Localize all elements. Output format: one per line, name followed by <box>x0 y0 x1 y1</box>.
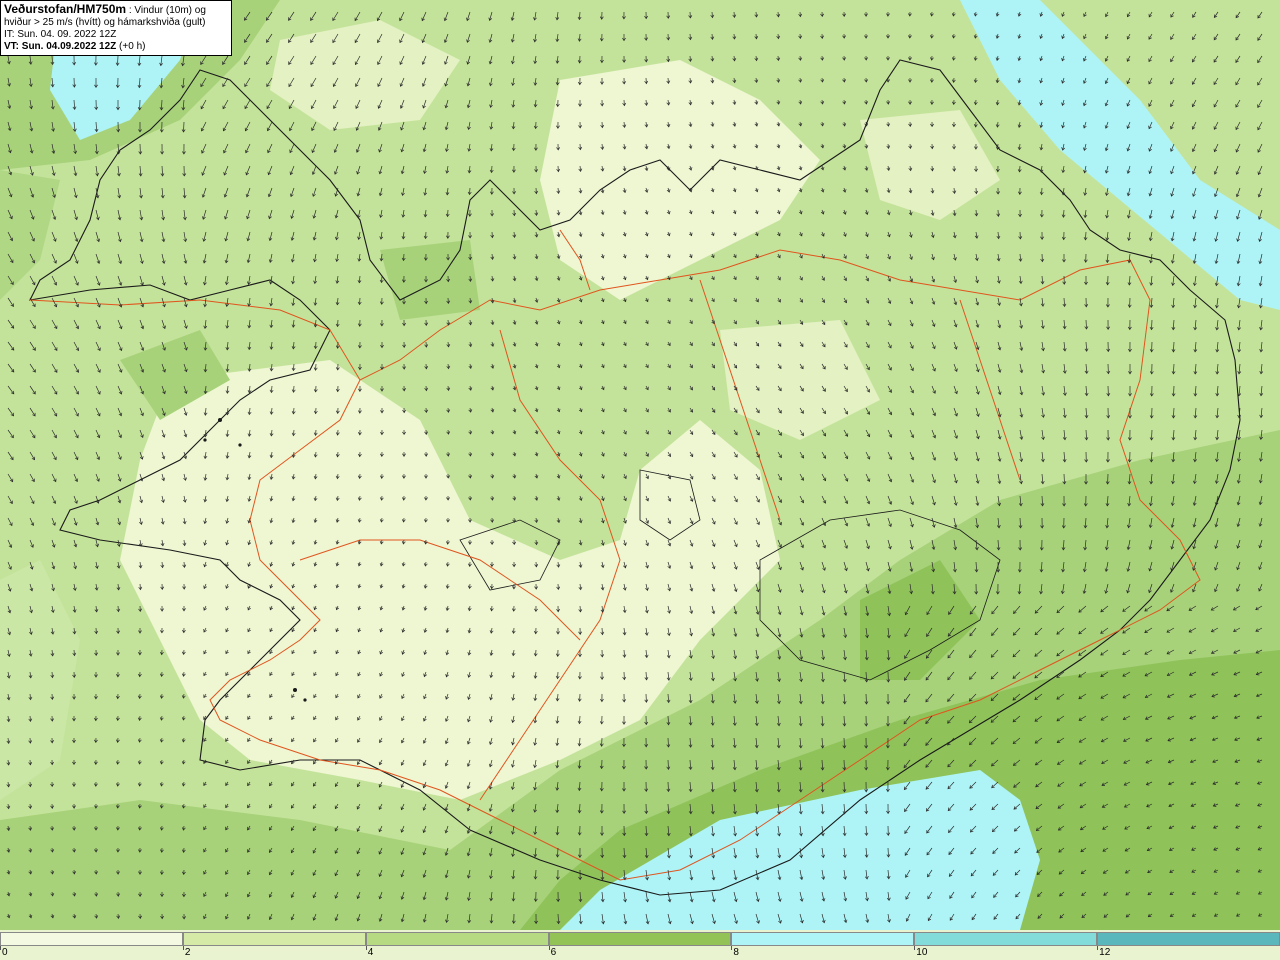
legend-swatch <box>182 932 366 946</box>
wind-arrow <box>183 121 185 133</box>
legend-swatch <box>731 932 915 946</box>
map-subtitle: hviður > 25 m/s (hvítt) og hámarkshviða … <box>4 17 206 28</box>
wind-map <box>0 0 1280 930</box>
wind-arrow <box>1085 319 1087 330</box>
legend-swatch <box>548 932 732 946</box>
legend-tick <box>182 946 184 950</box>
legend-tick-label: 10 <box>916 947 928 958</box>
legend-tick-label: 4 <box>367 947 374 958</box>
legend-tick-label: 8 <box>733 947 739 958</box>
color-legend: 0 2 4 6 8 10 12 <box>0 930 1280 960</box>
map-title: Veðurstofan/HM750m <box>4 2 127 16</box>
wind-arrow <box>667 781 669 792</box>
legend-tick <box>548 946 550 950</box>
wind-arrow <box>1063 473 1065 484</box>
legend-tick-label: 2 <box>184 947 191 958</box>
forecast-offset: (+0 h) <box>116 41 146 52</box>
legend-tick-label: 0 <box>2 947 8 958</box>
wind-arrow <box>843 737 845 749</box>
legend-swatch <box>0 932 183 946</box>
wind-arrow <box>843 759 845 770</box>
map-title-suffix: : Vindur (10m) og <box>126 5 206 16</box>
legend-tick <box>1097 946 1099 950</box>
legend-tick-label: 6 <box>550 947 557 958</box>
wind-arrow <box>887 847 889 858</box>
wind-arrow <box>1173 385 1175 397</box>
wind-arrow <box>865 693 867 705</box>
legend-swatch <box>914 932 1098 946</box>
legend-tick <box>731 946 733 950</box>
wind-arrow <box>843 781 845 792</box>
legend-tick-label: 12 <box>1099 947 1111 958</box>
map-header: Veðurstofan/HM750m : Vindur (10m) og hvi… <box>0 0 232 56</box>
wind-arrow <box>117 55 119 66</box>
legend-swatch <box>1097 932 1280 946</box>
wind-arrow <box>557 847 559 858</box>
legend-tick <box>0 946 1 950</box>
initial-time: IT: Sun. 04. 09. 2022 12Z <box>4 29 117 40</box>
wind-arrow <box>667 737 669 748</box>
wind-arrow <box>1151 319 1153 330</box>
legend-tick <box>914 946 916 950</box>
legend-tick <box>365 946 367 950</box>
valid-time: VT: Sun. 04.09.2022 12Z <box>4 41 117 52</box>
legend-swatch <box>365 932 549 946</box>
wind-arrow <box>1151 429 1153 441</box>
wind-arrow <box>667 759 669 770</box>
